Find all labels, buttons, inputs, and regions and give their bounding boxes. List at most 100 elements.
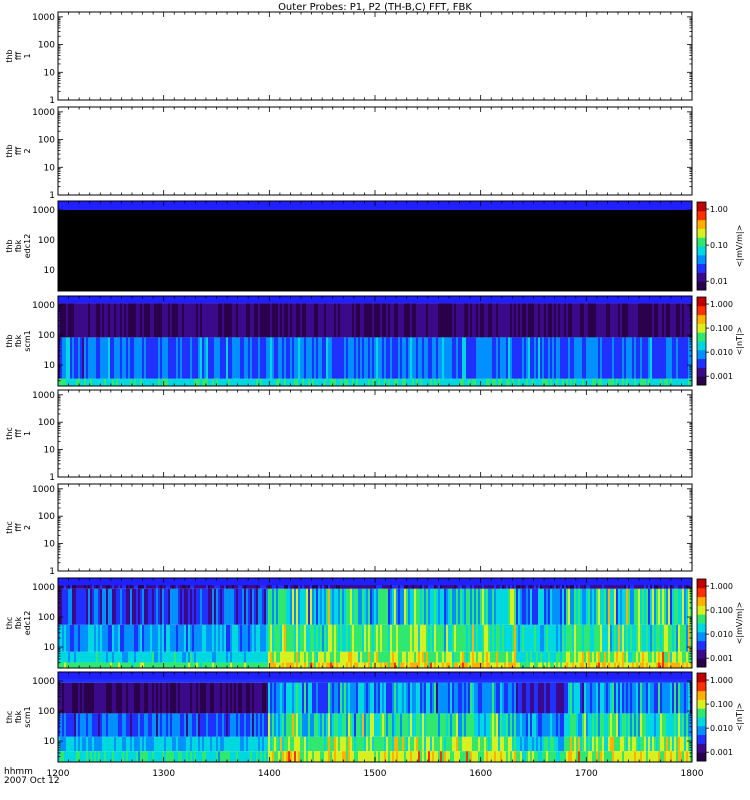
spectrogram-cell: [422, 713, 425, 737]
spectrogram-cell: [188, 662, 191, 668]
spectrogram-cell: [454, 662, 457, 668]
spectrogram-cell: [522, 588, 525, 625]
spectrogram-cell: [212, 713, 215, 737]
spectrogram-cell: [552, 303, 555, 338]
colorbar-swatch: [697, 228, 706, 238]
spectrogram-cell: [280, 303, 283, 338]
spectrogram-cell: [302, 662, 305, 668]
spectrogram-cell: [656, 378, 659, 386]
colorbar-swatch: [697, 323, 706, 333]
spectrogram-cell: [560, 378, 563, 386]
spectrogram-cell: [398, 624, 401, 652]
spectrogram-cell: [208, 736, 211, 752]
spectrogram-cell: [174, 337, 177, 379]
spectrogram-cell: [530, 736, 533, 752]
spectrogram-cell: [216, 713, 219, 737]
spectrogram-cell: [76, 736, 79, 752]
spectrogram-cell: [210, 736, 213, 752]
spectrogram-cell: [188, 624, 191, 652]
spectrogram-cell: [210, 751, 213, 762]
spectrogram-cell: [502, 662, 505, 668]
spectrogram-cell: [330, 682, 333, 714]
spectrogram-cell: [580, 651, 583, 663]
spectrogram-cell: [620, 713, 623, 737]
colorbar-tick-label: 0.100: [710, 700, 733, 709]
spectrogram-cell: [622, 624, 625, 652]
spectrogram-cell: [374, 624, 377, 652]
spectrogram-cell: [648, 624, 651, 652]
spectrogram-cell: [360, 303, 363, 338]
spectrogram-cell: [324, 651, 327, 663]
spectrogram-cell: [510, 588, 513, 625]
spectrogram-cell: [672, 662, 675, 668]
spectrogram-cell: [318, 713, 321, 737]
spectrogram-cell: [580, 662, 583, 668]
spectrogram-cell: [594, 651, 597, 663]
spectrogram-cell: [112, 588, 115, 625]
spectrogram-cell: [632, 713, 635, 737]
spectrogram-cell: [92, 682, 95, 714]
spectrogram-cell: [568, 682, 571, 714]
spectrogram-cell: [274, 378, 277, 386]
colorbar-swatch: [697, 202, 706, 212]
colorbar-swatch: [697, 272, 706, 282]
spectrogram-cell: [466, 588, 469, 625]
spectrogram-cell: [102, 682, 105, 714]
spectrogram-cell: [566, 303, 569, 338]
spectrogram-cell: [66, 751, 69, 762]
spectrogram-cell: [110, 624, 113, 652]
spectrogram-cell: [346, 662, 349, 668]
y-axis-label: edc12: [23, 611, 32, 636]
spectrogram-cell: [594, 736, 597, 752]
spectrogram-cell: [506, 662, 509, 668]
spectrogram-cell: [428, 588, 431, 625]
colorbar-tick-label: 1.00: [710, 205, 728, 214]
spectrogram-cell: [68, 682, 71, 714]
spectrogram-cell: [224, 378, 227, 386]
spectrogram-cell: [176, 651, 179, 663]
spectrogram-cell: [182, 736, 185, 752]
spectrogram-cell: [142, 682, 145, 714]
spectrogram-cell: [86, 378, 89, 386]
colorbar-swatch: [697, 358, 706, 368]
spectrogram-cell: [204, 303, 207, 338]
spectrogram-cell: [644, 713, 647, 737]
spectrogram-cell: [338, 662, 341, 668]
spectrogram-cell: [432, 651, 435, 663]
spectrogram-cell: [482, 682, 485, 714]
spectrogram-cell: [122, 651, 125, 663]
y-tick-label: 10: [44, 266, 56, 276]
spectrogram-cell: [62, 662, 65, 668]
spectrogram-cell: [176, 303, 179, 338]
spectrogram-cell: [484, 736, 487, 752]
spectrogram-cell: [208, 713, 211, 737]
spectrogram-cell: [588, 378, 591, 386]
spectrogram-cell: [274, 713, 277, 737]
spectrogram-cell: [338, 751, 341, 762]
spectrogram-cell: [574, 588, 577, 625]
spectrogram-cell: [598, 624, 601, 652]
spectrogram-cell: [284, 662, 287, 668]
spectrogram-cell: [100, 682, 103, 714]
spectrogram-cell: [256, 736, 259, 752]
spectrogram-cell: [490, 624, 493, 652]
spectrogram-cell: [302, 378, 305, 386]
spectrogram-cell: [648, 713, 651, 737]
spectrogram-cell: [534, 624, 537, 652]
spectrogram-cell: [662, 682, 665, 714]
spectrogram-cell: [288, 588, 291, 625]
spectrogram-cell: [268, 588, 271, 625]
spectrogram-cell: [520, 736, 523, 752]
spectrogram-cell: [230, 624, 233, 652]
spectrogram-cell: [276, 682, 279, 714]
spectrogram-cell: [590, 682, 593, 714]
spectrogram-cell: [526, 713, 529, 737]
spectrogram-cell: [206, 736, 209, 752]
spectrogram-cell: [240, 713, 243, 737]
spectrogram-cell: [432, 751, 435, 762]
spectrogram-cell: [116, 736, 119, 752]
spectrogram-cell: [506, 378, 509, 386]
spectrogram-cell: [522, 624, 525, 652]
spectrogram-cell: [390, 736, 393, 752]
spectrogram-cell: [128, 751, 131, 762]
